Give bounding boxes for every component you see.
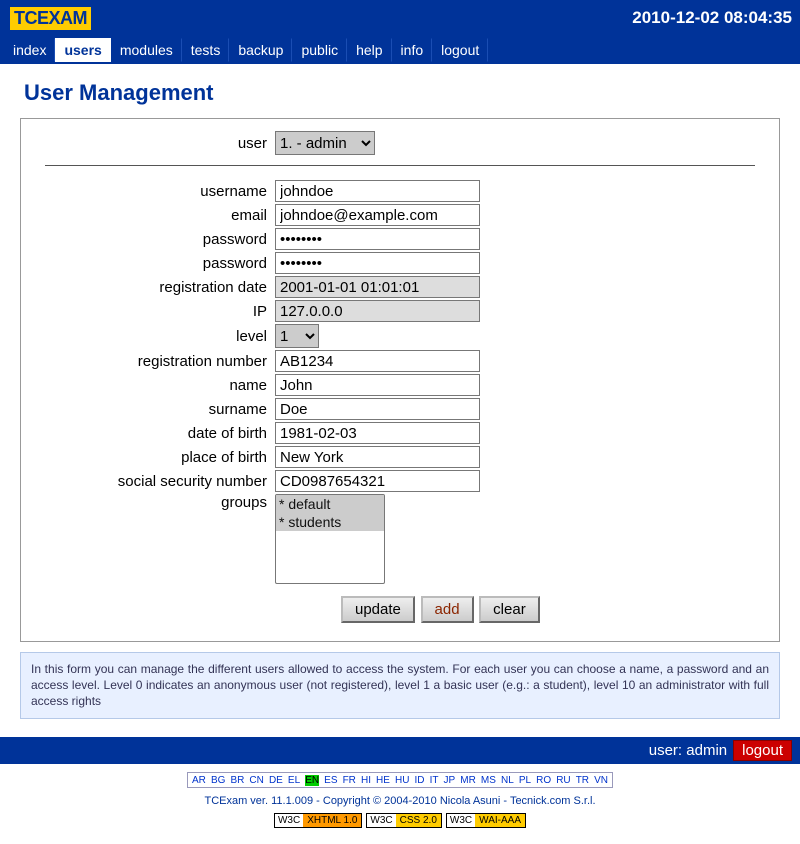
label-regdate: registration date [45, 279, 275, 296]
username-input[interactable] [275, 180, 480, 202]
current-user-label: user: admin [649, 742, 727, 759]
pob-input[interactable] [275, 446, 480, 468]
badge-css[interactable]: W3CCSS 2.0 [366, 813, 441, 828]
label-ssn: social security number [45, 473, 275, 490]
label-dob: date of birth [45, 425, 275, 442]
label-ip: IP [45, 303, 275, 320]
help-text: In this form you can manage the differen… [20, 652, 780, 719]
lang-ru[interactable]: RU [556, 775, 570, 786]
label-level: level [45, 328, 275, 345]
lang-hu[interactable]: HU [395, 775, 409, 786]
groups-select[interactable]: * default * students [275, 494, 385, 584]
level-select[interactable]: 1 [275, 324, 319, 348]
lang-de[interactable]: DE [269, 775, 283, 786]
regdate-input [275, 276, 480, 298]
label-username: username [45, 183, 275, 200]
buttons-row: update add clear [45, 596, 755, 623]
group-option-students: * students [276, 513, 384, 531]
logout-button[interactable]: logout [733, 740, 792, 761]
badge-xhtml[interactable]: W3CXHTML 1.0 [274, 813, 362, 828]
lang-tr[interactable]: TR [576, 775, 589, 786]
nav-public[interactable]: public [292, 38, 347, 62]
header-bar: TCEXAM 2010-12-02 08:04:35 [0, 0, 800, 36]
bottom-bar: user: admin logout [0, 737, 800, 764]
label-password2: password [45, 255, 275, 272]
add-button[interactable]: add [421, 596, 474, 623]
nav-info[interactable]: info [392, 38, 433, 62]
lang-el[interactable]: EL [288, 775, 300, 786]
nav-backup[interactable]: backup [229, 38, 292, 62]
label-email: email [45, 207, 275, 224]
name-input[interactable] [275, 374, 480, 396]
label-password1: password [45, 231, 275, 248]
nav-index[interactable]: index [4, 38, 55, 62]
lang-it[interactable]: IT [430, 775, 439, 786]
label-pob: place of birth [45, 449, 275, 466]
label-groups: groups [45, 494, 275, 511]
lang-ar[interactable]: AR [192, 775, 206, 786]
password-input-1[interactable] [275, 228, 480, 250]
lang-es[interactable]: ES [324, 775, 337, 786]
group-option-default: * default [276, 495, 384, 513]
lang-id[interactable]: ID [415, 775, 425, 786]
user-form: user 1. - admin username email password … [20, 118, 780, 642]
separator [45, 165, 755, 166]
ip-input [275, 300, 480, 322]
footer: AR BG BR CN DE EL EN ES FR HI HE HU ID I… [0, 764, 800, 844]
tcexam-link[interactable]: TCExam [204, 795, 247, 807]
label-surname: surname [45, 401, 275, 418]
update-button[interactable]: update [341, 596, 415, 623]
nav-modules[interactable]: modules [111, 38, 182, 62]
lang-hi[interactable]: HI [361, 775, 371, 786]
label-user: user [45, 135, 275, 152]
lang-ro[interactable]: RO [536, 775, 551, 786]
clear-button[interactable]: clear [479, 596, 540, 623]
logo: TCEXAM [8, 5, 93, 32]
tecnick-link[interactable]: Tecnick.com S.r.l. [510, 795, 596, 807]
lang-ms[interactable]: MS [481, 775, 496, 786]
nav-logout[interactable]: logout [432, 38, 488, 62]
email-input[interactable] [275, 204, 480, 226]
lang-en[interactable]: EN [305, 775, 319, 786]
lang-jp[interactable]: JP [444, 775, 456, 786]
lang-nl[interactable]: NL [501, 775, 514, 786]
lang-he[interactable]: HE [376, 775, 390, 786]
lang-cn[interactable]: CN [249, 775, 263, 786]
label-name: name [45, 377, 275, 394]
badge-wai[interactable]: W3CWAI-AAA [446, 813, 526, 828]
lang-vn[interactable]: VN [594, 775, 608, 786]
w3c-badges: W3CXHTML 1.0 W3CCSS 2.0 W3CWAI-AAA [0, 813, 800, 828]
timestamp: 2010-12-02 08:04:35 [632, 8, 792, 28]
lang-bg[interactable]: BG [211, 775, 225, 786]
language-switcher: AR BG BR CN DE EL EN ES FR HI HE HU ID I… [187, 772, 613, 788]
nav-users[interactable]: users [55, 38, 110, 62]
lang-fr[interactable]: FR [343, 775, 356, 786]
password-input-2[interactable] [275, 252, 480, 274]
copyright: TCExam ver. 11.1.009 - Copyright © 2004-… [0, 795, 800, 807]
surname-input[interactable] [275, 398, 480, 420]
ssn-input[interactable] [275, 470, 480, 492]
dob-input[interactable] [275, 422, 480, 444]
nav-help[interactable]: help [347, 38, 391, 62]
lang-br[interactable]: BR [230, 775, 244, 786]
lang-pl[interactable]: PL [519, 775, 531, 786]
lang-mr[interactable]: MR [460, 775, 476, 786]
page-title: User Management [24, 80, 800, 106]
regnum-input[interactable] [275, 350, 480, 372]
main-nav: index users modules tests backup public … [0, 36, 800, 64]
nav-tests[interactable]: tests [182, 38, 230, 62]
user-select[interactable]: 1. - admin [275, 131, 375, 155]
label-regnum: registration number [45, 353, 275, 370]
